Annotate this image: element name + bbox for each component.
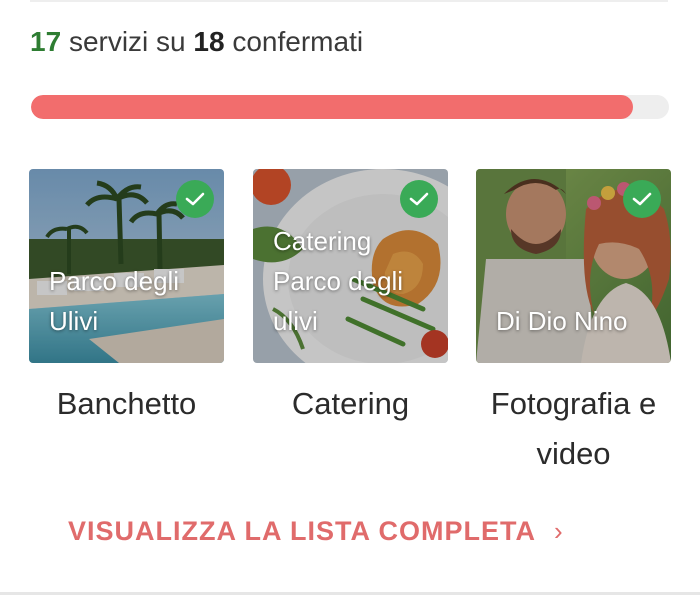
vendor-name: Di Dio Nino	[496, 306, 628, 336]
vendor-name: Parco degli Ulivi	[49, 266, 180, 336]
check-icon	[400, 180, 438, 218]
vendor-photo-catering[interactable]: Catering Parco degli ulivi	[253, 169, 448, 363]
chevron-right-icon: ›	[553, 516, 564, 546]
vendor-cards: Parco degli Ulivi Banchetto Catering Par…	[29, 169, 671, 479]
vendor-photo-photographer[interactable]: Di Dio Nino	[476, 169, 671, 363]
summary-end-text: confermati	[232, 26, 364, 57]
category-label: Fotografia e video	[490, 386, 657, 471]
view-full-list-label: VISUALIZZA LA LISTA COMPLETA	[68, 516, 536, 546]
services-summary: 17 servizi su 18 confermati	[30, 26, 363, 58]
view-full-list-link[interactable]: VISUALIZZA LA LISTA COMPLETA ›	[68, 516, 564, 547]
vendor-photo-venue[interactable]: Parco degli Ulivi	[29, 169, 224, 363]
progress-bar-fill	[31, 95, 634, 119]
check-icon	[623, 180, 661, 218]
category-label: Catering	[291, 386, 410, 421]
category-label: Banchetto	[56, 386, 197, 421]
vendor-name: Catering Parco degli ulivi	[273, 226, 404, 336]
vendor-card-catering[interactable]: Catering Parco degli ulivi Catering	[253, 169, 448, 429]
confirmed-count: 17	[30, 26, 62, 57]
progress-bar	[31, 95, 669, 119]
summary-middle-text: servizi su	[68, 26, 186, 57]
check-icon	[176, 180, 214, 218]
top-divider	[30, 0, 668, 2]
vendor-card-fotografia[interactable]: Di Dio Nino Fotografia e video	[476, 169, 671, 479]
vendor-card-banchetto[interactable]: Parco degli Ulivi Banchetto	[29, 169, 224, 429]
total-count: 18	[193, 26, 225, 57]
